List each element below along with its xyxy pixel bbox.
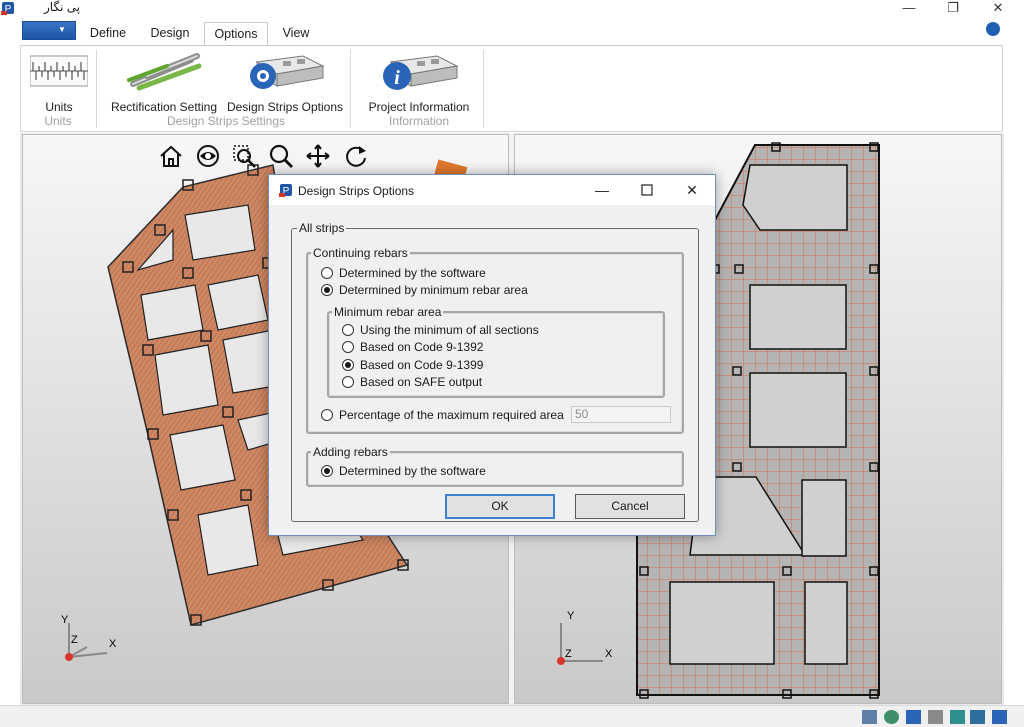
rebars-icon (127, 53, 202, 91)
ribbon-group-units: Units Units (21, 46, 95, 132)
project-information-button[interactable]: i Project Information (359, 46, 479, 114)
project-information-label: Project Information (368, 100, 470, 114)
ribbon-group-information: i Project Information Information (357, 46, 481, 132)
status-network-icon[interactable] (906, 710, 921, 724)
axis-y-label: Y (567, 610, 575, 622)
radio-button[interactable] (321, 267, 333, 279)
minimum-rebar-area-label: Minimum rebar area (332, 305, 444, 319)
axis-indicator-right: Y X Z (557, 610, 613, 665)
dialog-app-icon: P (279, 184, 292, 197)
dialog-close-button[interactable]: ✕ (677, 180, 707, 200)
all-strips-label: All strips (297, 221, 347, 235)
ribbon-group-label: Information (388, 114, 450, 128)
minimum-rebar-area-group: Minimum rebar area Using the minimum of … (327, 305, 665, 398)
ribbon-separator (96, 50, 97, 128)
dropdown-arrow-icon: ▼ (58, 25, 66, 34)
ribbon: Units Units Rectification Setting Design… (20, 45, 1003, 132)
zoom-icon[interactable] (268, 143, 294, 169)
axis-z-label: Z (71, 634, 78, 646)
radio-button[interactable] (342, 359, 354, 371)
ribbon-group-label: Units (44, 114, 72, 128)
eye-icon[interactable] (195, 143, 221, 169)
ribbon-separator (350, 50, 351, 128)
title-bar: P پی نگار — ❐ ✕ (0, 0, 1024, 18)
cancel-button[interactable]: Cancel (575, 494, 685, 519)
status-globe-icon[interactable] (884, 710, 899, 724)
ruler-icon (30, 55, 88, 87)
radio-label: Determined by the software (339, 464, 486, 478)
radio-label: Based on SAFE output (360, 375, 483, 389)
menu-bar: ▼ Define Design Options View (0, 18, 1024, 45)
status-window-icon[interactable] (992, 710, 1007, 724)
status-bar (0, 705, 1024, 727)
zoom-window-icon[interactable] (231, 143, 257, 169)
ribbon-group-label: Design Strips Settings (166, 114, 286, 128)
app-title: پی نگار (44, 0, 81, 14)
application-menu-button[interactable]: ▼ (22, 21, 76, 40)
radio-button[interactable] (321, 465, 333, 477)
adding-rebars-group: Adding rebars Determined by the software (306, 445, 684, 487)
dialog-title-bar[interactable]: P Design Strips Options — ✕ (269, 175, 715, 205)
ok-button[interactable]: OK (445, 494, 555, 519)
adding-rebars-label: Adding rebars (311, 445, 390, 459)
strip-options-gear-icon (250, 55, 325, 89)
close-button[interactable]: ✕ (983, 0, 1013, 18)
axis-x-label: X (109, 638, 117, 650)
tab-options[interactable]: Options (204, 22, 268, 45)
project-info-icon: i (383, 55, 459, 90)
ribbon-separator (483, 50, 484, 128)
home-icon[interactable] (158, 143, 184, 169)
axis-y-label: Y (61, 614, 69, 626)
units-button[interactable]: Units (26, 46, 92, 114)
axis-z-label: Z (565, 648, 572, 660)
radio-label: Based on Code 9-1392 (360, 340, 484, 354)
dialog-maximize-button[interactable] (632, 180, 662, 200)
minimize-button[interactable]: — (894, 0, 924, 18)
tab-design[interactable]: Design (145, 22, 195, 45)
radio-label: Based on Code 9-1399 (360, 358, 484, 372)
design-strips-options-dialog: P Design Strips Options — ✕ All strips C… (268, 174, 716, 536)
radio-label: Determined by the software (339, 266, 486, 280)
status-save-icon[interactable] (970, 710, 985, 724)
radio-button[interactable] (342, 376, 354, 388)
radio-label: Percentage of the maximum required area (339, 408, 564, 422)
radio-button[interactable] (321, 284, 333, 296)
design-strips-options-label: Design Strips Options (226, 100, 344, 114)
units-button-label: Units (45, 100, 73, 114)
design-strips-options-button[interactable]: Design Strips Options (225, 46, 345, 114)
percentage-input[interactable]: 50 (571, 406, 671, 423)
maximize-icon (641, 184, 653, 196)
tab-define[interactable]: Define (84, 22, 132, 45)
ribbon-group-design-strips-settings: Rectification Setting Design Strips Opti… (103, 46, 349, 132)
svg-text:i: i (394, 67, 400, 89)
rectification-setting-button[interactable]: Rectification Setting (109, 46, 219, 114)
continuing-rebars-label: Continuing rebars (311, 246, 410, 260)
dialog-minimize-button[interactable]: — (587, 180, 617, 200)
status-print-icon[interactable] (862, 710, 877, 724)
rectification-setting-label: Rectification Setting (110, 100, 218, 114)
status-printer-icon[interactable] (928, 710, 943, 724)
pan-icon[interactable] (305, 143, 331, 169)
continuing-rebars-group: Continuing rebars Determined by the soft… (306, 246, 684, 434)
radio-button[interactable] (342, 341, 354, 353)
dialog-title: Design Strips Options (298, 184, 415, 198)
app-logo-icon: P (1, 2, 14, 15)
radio-button[interactable] (342, 324, 354, 336)
help-icon[interactable] (986, 22, 1000, 36)
radio-button[interactable] (321, 409, 333, 421)
all-strips-group: All strips Continuing rebars Determined … (291, 221, 699, 522)
axis-x-label: X (605, 648, 613, 660)
status-tool-icon[interactable] (950, 710, 965, 724)
rotate-icon[interactable] (343, 143, 369, 169)
maximize-button[interactable]: ❐ (938, 0, 968, 18)
axis-indicator-left: Y X Z (61, 614, 117, 661)
tab-view[interactable]: View (278, 22, 314, 45)
radio-label: Determined by minimum rebar area (339, 283, 528, 297)
radio-label: Using the minimum of all sections (360, 323, 539, 337)
